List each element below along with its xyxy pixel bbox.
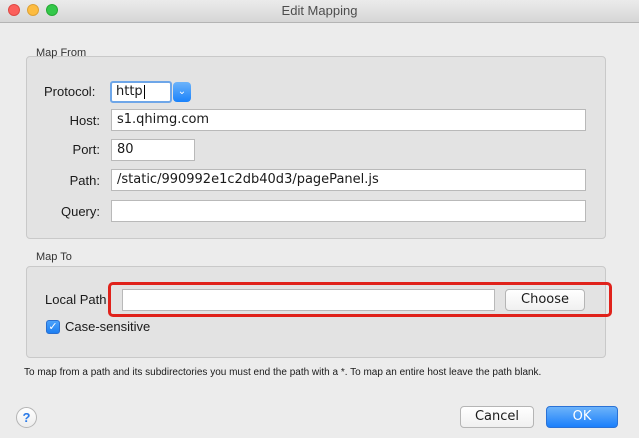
help-button[interactable]: ?	[16, 407, 37, 428]
case-sensitive-label[interactable]: Case-sensitive	[65, 319, 150, 334]
host-input[interactable]: s1.qhimg.com	[111, 109, 586, 131]
chevron-down-icon[interactable]: ⌄	[173, 82, 191, 102]
query-label: Query:	[60, 204, 100, 219]
host-label: Host:	[69, 113, 100, 128]
window-title: Edit Mapping	[281, 3, 358, 18]
title-bar: Edit Mapping	[0, 0, 639, 23]
case-sensitive-checkbox[interactable]: ✓	[46, 320, 60, 334]
map-from-title: Map From	[36, 47, 87, 59]
protocol-value: http	[116, 84, 143, 99]
cancel-button[interactable]: Cancel	[460, 406, 534, 428]
path-label: Path:	[69, 173, 100, 188]
port-input[interactable]: 80	[111, 139, 195, 161]
protocol-select[interactable]: http	[110, 81, 172, 103]
path-input[interactable]: /static/990992e1c2db40d3/pagePanel.js	[111, 169, 586, 191]
query-input[interactable]	[111, 200, 586, 222]
highlight-annotation	[108, 282, 612, 317]
local-path-label: Local Path	[45, 292, 107, 307]
help-note: To map from a path and its subdirectorie…	[24, 367, 542, 378]
ok-button[interactable]: OK	[546, 406, 618, 428]
text-caret	[143, 84, 145, 99]
protocol-label: Protocol:	[44, 84, 96, 99]
checkmark-icon: ✓	[48, 321, 58, 333]
map-to-title: Map To	[36, 251, 72, 263]
port-label: Port:	[72, 142, 100, 157]
